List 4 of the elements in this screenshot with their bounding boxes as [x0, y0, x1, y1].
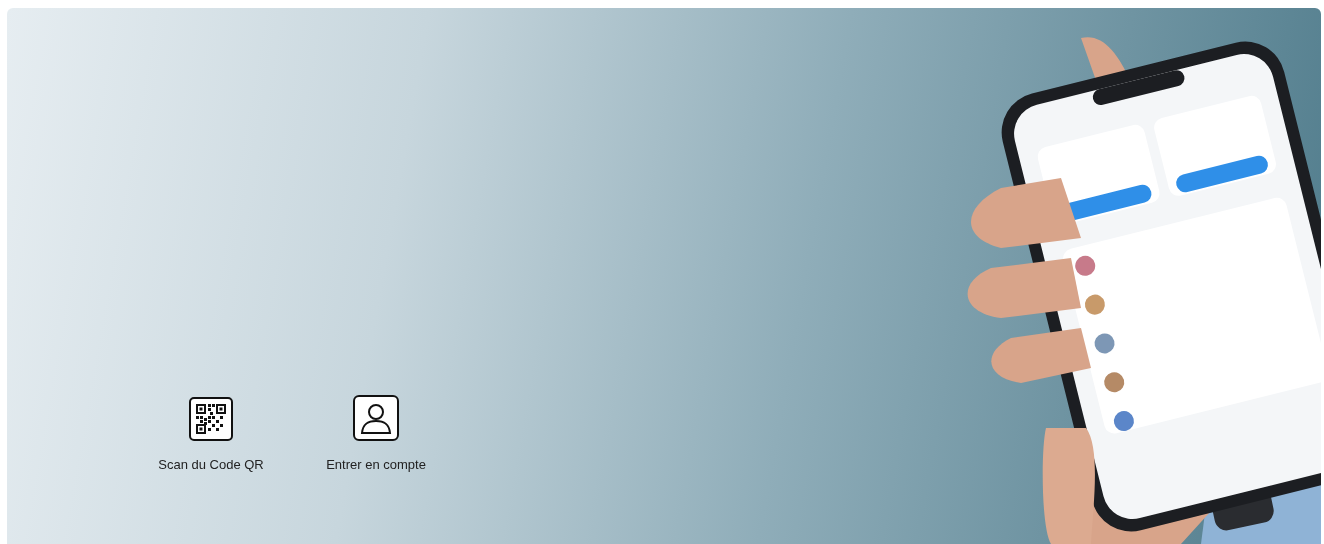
user-icon	[353, 394, 399, 441]
feature-label: Scan du Code QR	[158, 455, 264, 474]
feature-label: Entrer en compte	[326, 455, 426, 474]
qr-code-icon	[189, 396, 233, 441]
